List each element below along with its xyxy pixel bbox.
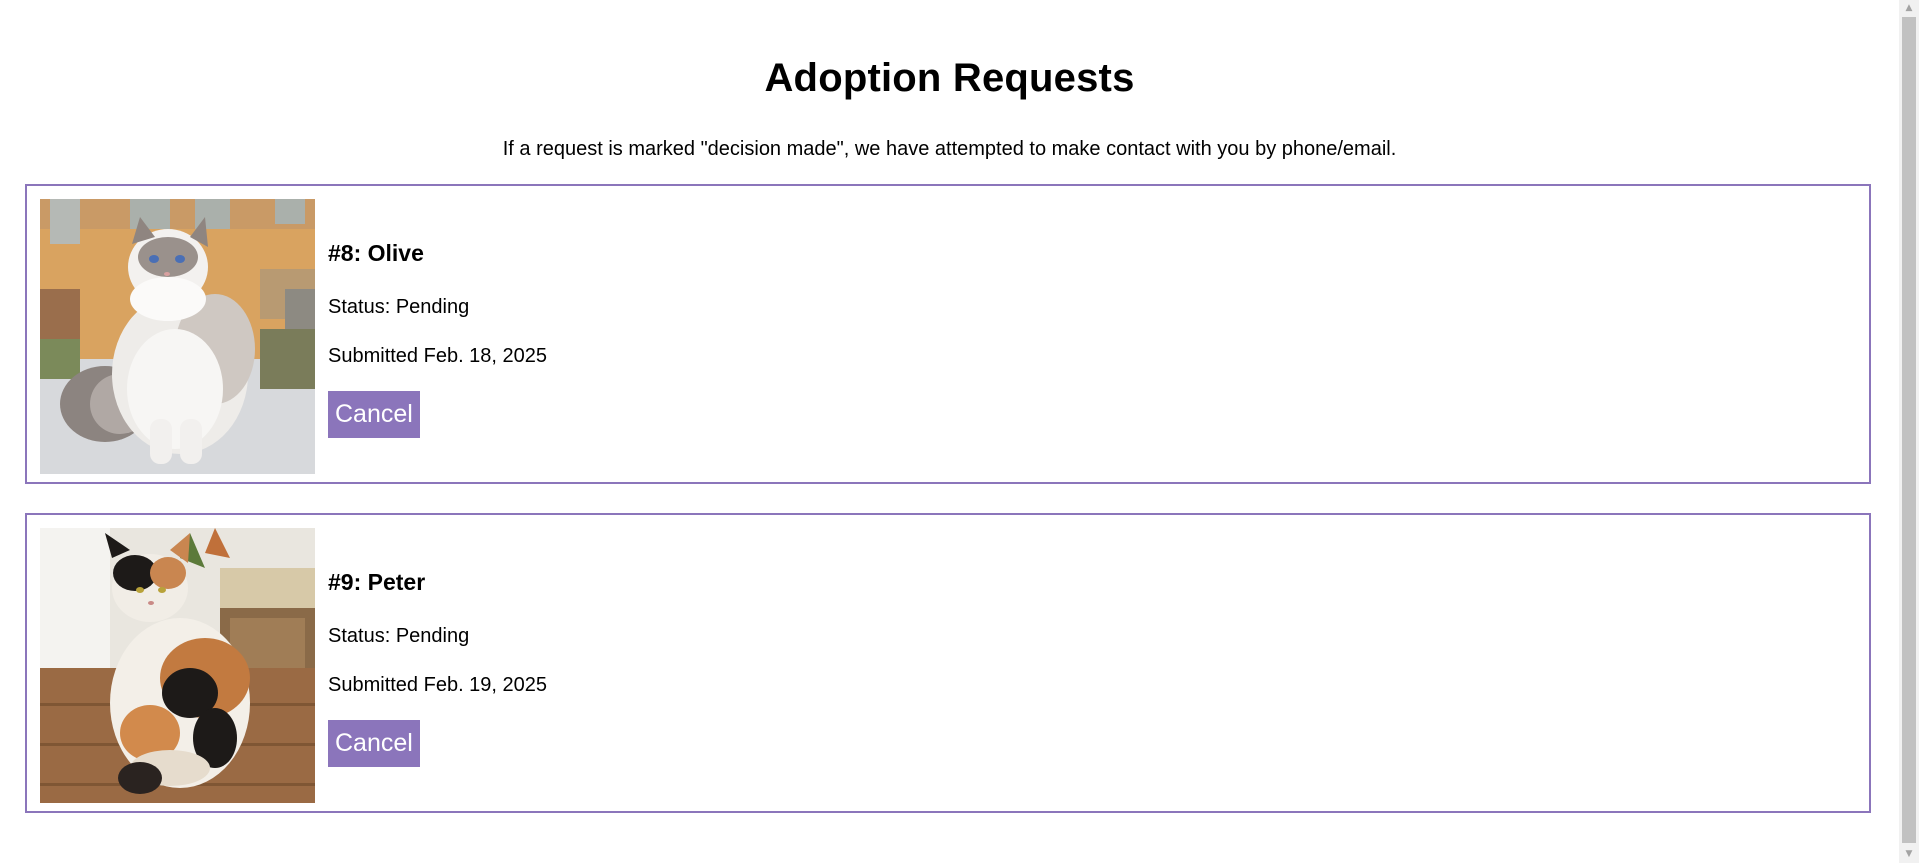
request-card: #9: Peter Status: Pending Submitted Feb.… bbox=[25, 513, 1871, 813]
cancel-button[interactable]: Cancel bbox=[328, 391, 420, 438]
request-card: #8: Olive Status: Pending Submitted Feb.… bbox=[25, 184, 1871, 484]
pet-photo-peter bbox=[40, 528, 315, 803]
page-title: Adoption Requests bbox=[764, 56, 1135, 100]
request-heading: #8: Olive bbox=[328, 240, 424, 266]
scrollbar-thumb[interactable] bbox=[1902, 17, 1916, 843]
cat-photo-icon bbox=[40, 528, 315, 803]
request-status: Status: Pending bbox=[328, 625, 470, 647]
vertical-scrollbar[interactable]: ▲ ▼ bbox=[1899, 0, 1919, 863]
request-status: Status: Pending bbox=[328, 296, 470, 318]
pet-photo-olive bbox=[40, 199, 315, 474]
scroll-down-arrow-icon[interactable]: ▼ bbox=[1899, 846, 1919, 863]
scroll-up-arrow-icon[interactable]: ▲ bbox=[1899, 0, 1919, 17]
request-submitted-date: Submitted Feb. 19, 2025 bbox=[328, 674, 548, 696]
adoption-requests-page: Adoption Requests If a request is marked… bbox=[0, 0, 1899, 863]
page-subtitle: If a request is marked "decision made", … bbox=[502, 138, 1397, 160]
cancel-button[interactable]: Cancel bbox=[328, 720, 420, 767]
request-submitted-date: Submitted Feb. 18, 2025 bbox=[328, 345, 548, 367]
request-heading: #9: Peter bbox=[328, 569, 426, 595]
cat-photo-icon bbox=[40, 199, 315, 474]
